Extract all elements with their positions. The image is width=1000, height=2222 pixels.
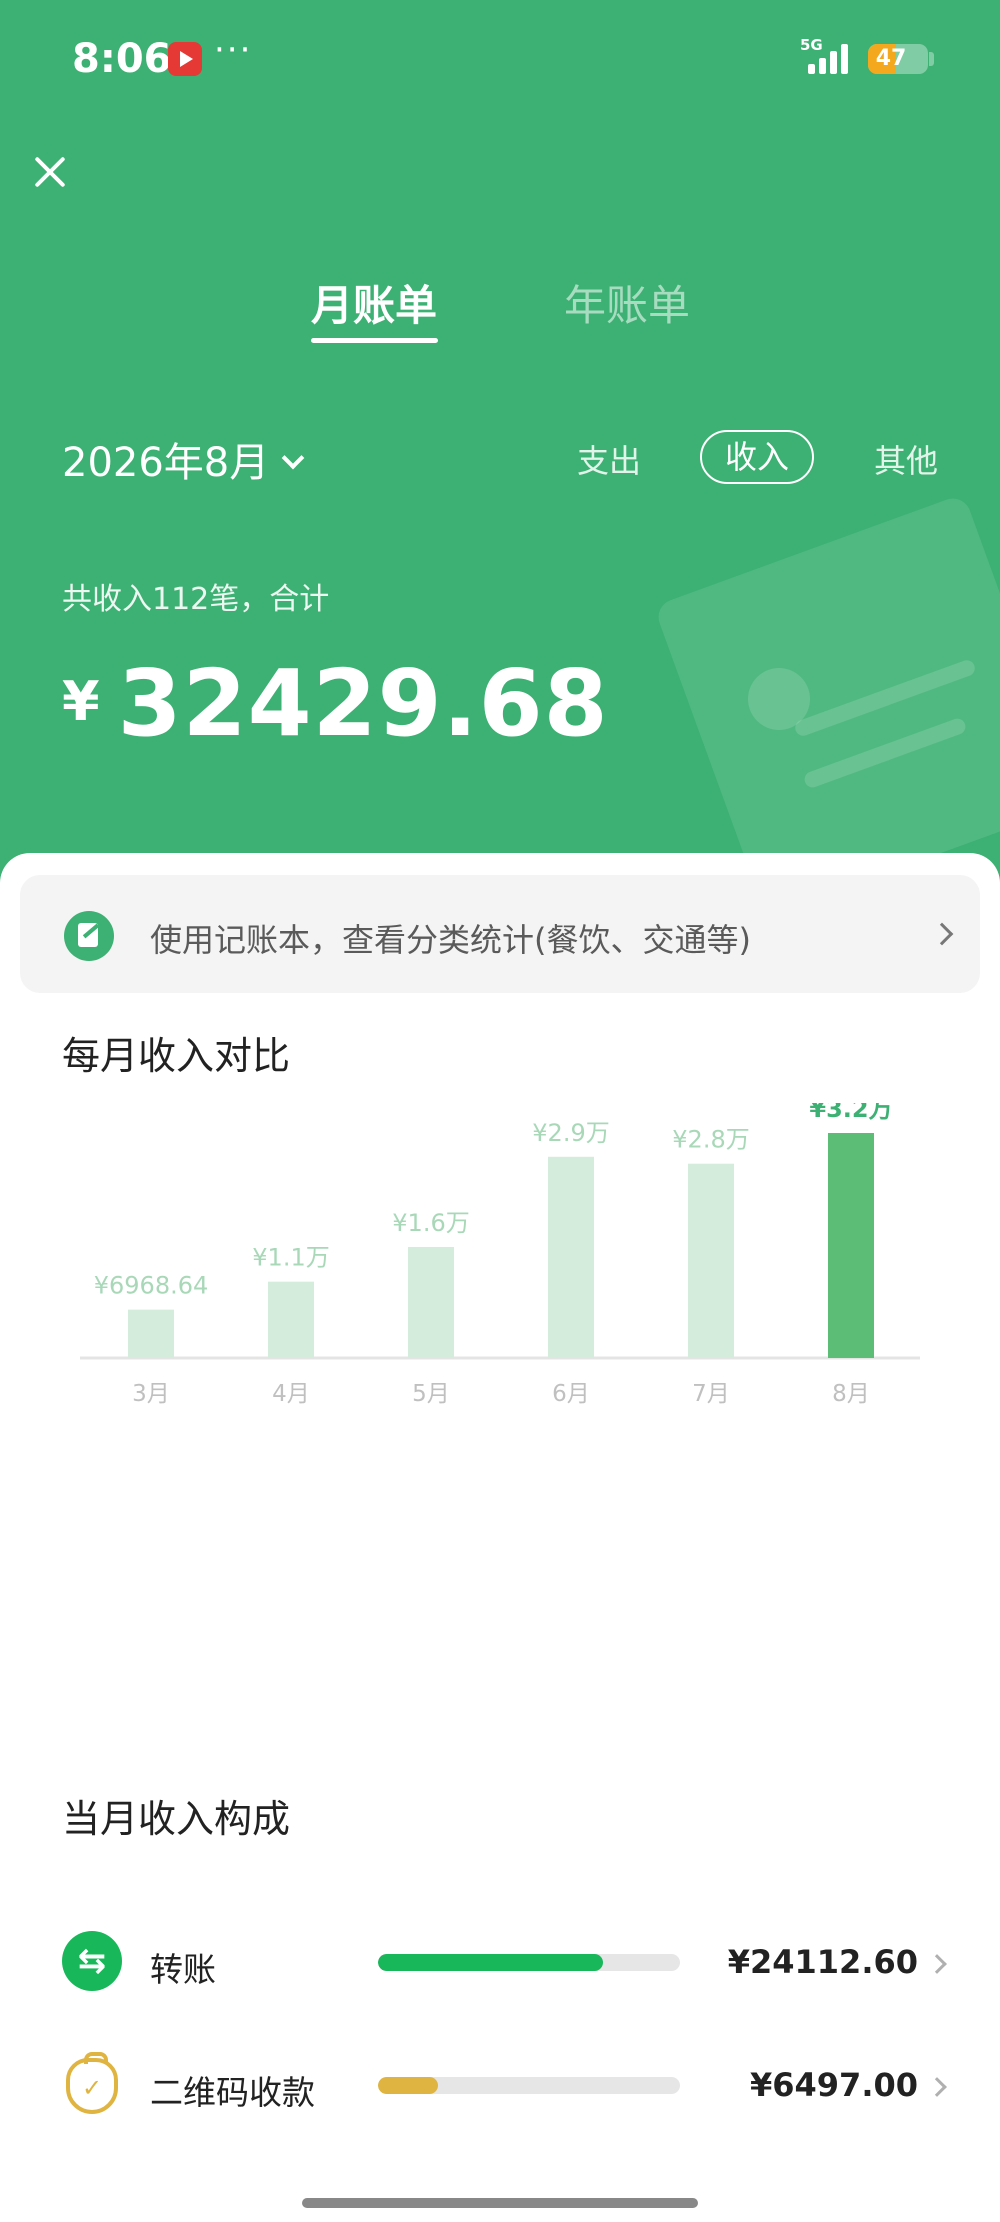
tab-monthly-bill[interactable]: 月账单 — [311, 272, 437, 333]
share-bar-track — [378, 1954, 680, 1971]
ledger-icon — [64, 911, 114, 961]
signal-icon — [808, 40, 854, 74]
transfer-icon — [62, 1931, 122, 1991]
currency-symbol: ¥ — [62, 670, 100, 733]
chevron-down-icon — [281, 446, 305, 470]
chart-bar[interactable] — [408, 1246, 454, 1358]
share-bar-fill — [378, 1954, 603, 1971]
chart-category-label: 7月 — [692, 1381, 730, 1407]
chart-category-label: 3月 — [132, 1381, 170, 1407]
chart-bar[interactable] — [548, 1156, 594, 1358]
home-indicator[interactable] — [302, 2198, 698, 2208]
chart-bar[interactable] — [268, 1281, 314, 1358]
battery-icon: 47 — [868, 44, 928, 74]
chart-value-label: ¥2.8万 — [672, 1126, 749, 1154]
ledger-banner[interactable]: 使用记账本，查看分类统计(餐饮、交通等) — [20, 875, 980, 993]
video-app-icon — [168, 42, 202, 76]
monthly-compare-title: 每月收入对比 — [62, 1034, 291, 1078]
content-sheet: 使用记账本，查看分类统计(餐饮、交通等) 每月收入对比 ¥6968.64 3月 ¥1… — [0, 853, 1000, 2222]
chart-value-label: ¥6968.64 — [94, 1272, 209, 1300]
chevron-right-icon — [930, 922, 954, 946]
chart-bar[interactable] — [128, 1309, 174, 1358]
income-row-amount: ¥6497.00 — [749, 2066, 918, 2104]
status-bar: 8:06 ··· 5G 47 — [0, 0, 1000, 120]
chart-bar[interactable] — [828, 1133, 874, 1358]
chart-bar[interactable] — [688, 1163, 734, 1358]
decorative-bill-illustration — [653, 493, 1000, 900]
income-count-summary: 共收入112笔，合计 — [62, 582, 330, 617]
chart-value-label: ¥2.9万 — [532, 1119, 609, 1147]
share-bar-track — [378, 2077, 680, 2094]
chart-category-label: 6月 — [552, 1381, 590, 1407]
filter-other[interactable]: 其他 — [874, 436, 938, 482]
chart-value-label: ¥1.1万 — [252, 1244, 329, 1272]
battery-percent: 47 — [875, 46, 907, 71]
chart-category-label: 5月 — [412, 1381, 450, 1407]
money-bag-icon — [66, 2052, 118, 2114]
income-row-label: 二维码收款 — [150, 2073, 315, 2112]
filter-income[interactable]: 收入 — [700, 430, 814, 484]
chart-value-label: ¥3.2万 — [809, 1103, 892, 1123]
month-label: 2026年8月 — [62, 440, 270, 486]
status-time: 8:06 — [72, 36, 172, 82]
banner-text: 使用记账本，查看分类统计(餐饮、交通等) — [150, 921, 751, 959]
header: 8:06 ··· 5G 47 月账单 年账单 2026年8月 支出 收入 其他 … — [0, 0, 1000, 900]
tab-yearly-bill[interactable]: 年账单 — [564, 272, 690, 333]
chevron-right-icon — [927, 2077, 947, 2097]
battery-tip — [929, 52, 934, 66]
chart-value-label: ¥1.6万 — [392, 1209, 469, 1237]
month-selector[interactable]: 2026年8月 — [62, 430, 305, 488]
income-row-transfer[interactable]: 转账 ¥24112.60 — [0, 1911, 1000, 1991]
income-row-qr-payment[interactable]: 二维码收款 ¥6497.00 — [0, 2034, 1000, 2114]
filter-expense[interactable]: 支出 — [577, 436, 641, 482]
share-bar-fill — [378, 2077, 439, 2094]
chevron-right-icon — [927, 1954, 947, 1974]
chart-category-label: 8月 — [832, 1381, 870, 1407]
total-value: 32429.68 — [117, 650, 609, 757]
more-notifications-icon: ··· — [214, 30, 253, 70]
active-tab-indicator — [311, 338, 438, 343]
total-amount: ¥32429.68 — [62, 650, 609, 757]
close-icon[interactable] — [28, 150, 72, 194]
income-row-label: 转账 — [150, 1950, 216, 1989]
income-row-amount: ¥24112.60 — [727, 1943, 918, 1981]
monthly-income-chart: ¥6968.64 3月 ¥1.1万 4月 ¥1.6万 5月 ¥2.9万 6月 ¥2.8万 7月 ¥3… — [80, 1103, 920, 1407]
chart-category-label: 4月 — [272, 1381, 310, 1407]
income-composition-title: 当月收入构成 — [62, 1797, 291, 1841]
